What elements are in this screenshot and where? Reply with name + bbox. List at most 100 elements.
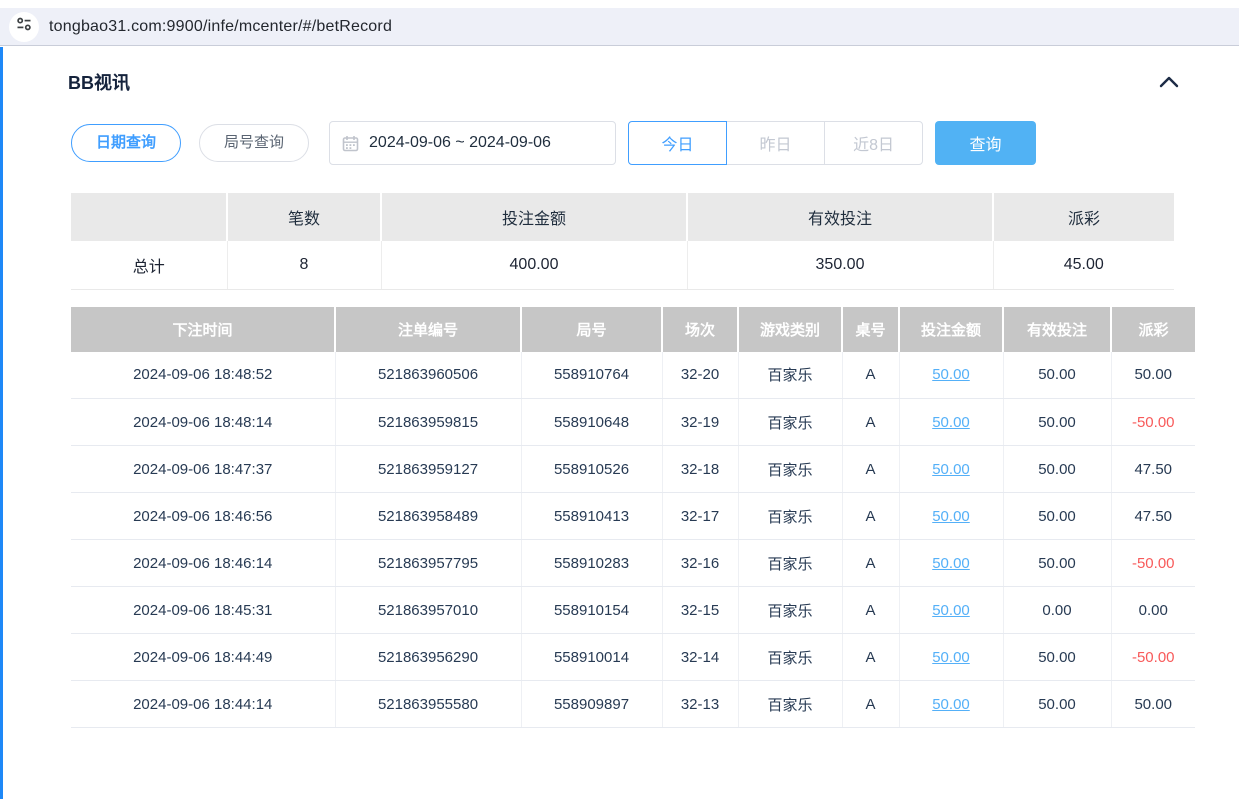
round-id-cell: 558910014 <box>521 634 662 681</box>
summary-header-count: 笔数 <box>227 193 381 241</box>
valid-bet-cell: 50.00 <box>1003 681 1111 728</box>
summary-header-row: 笔数 投注金额 有效投注 派彩 <box>71 193 1174 241</box>
payout-cell: 50.00 <box>1111 352 1195 399</box>
bet-amount-link[interactable]: 50.00 <box>932 555 970 572</box>
bet-amount-cell: 50.00 <box>899 446 1003 493</box>
browser-chrome: tongbao31.com:9900/infe/mcenter/#/betRec… <box>0 0 1239 47</box>
payout-cell: -50.00 <box>1111 399 1195 446</box>
summary-total-row: 总计 8 400.00 350.00 45.00 <box>71 241 1174 289</box>
quick-range-today[interactable]: 今日 <box>628 121 727 165</box>
order-id-cell: 521863956290 <box>335 634 521 681</box>
valid-bet-cell: 50.00 <box>1003 446 1111 493</box>
session-cell: 32-15 <box>662 587 738 634</box>
col-game-type: 游戏类别 <box>738 307 842 352</box>
game-type-cell: 百家乐 <box>738 352 842 399</box>
summary-bet-amount: 400.00 <box>381 241 687 289</box>
order-id-cell: 521863960506 <box>335 352 521 399</box>
table-row: 2024-09-06 18:44:49521863956290558910014… <box>71 634 1195 681</box>
time-cell: 2024-09-06 18:45:31 <box>71 587 335 634</box>
col-table-no: 桌号 <box>842 307 899 352</box>
bet-amount-cell: 50.00 <box>899 493 1003 540</box>
order-id-cell: 521863959815 <box>335 399 521 446</box>
tab-date-query[interactable]: 日期查询 <box>71 124 181 162</box>
time-cell: 2024-09-06 18:44:14 <box>71 681 335 728</box>
col-bet-time: 下注时间 <box>71 307 335 352</box>
col-valid-bet: 有效投注 <box>1003 307 1111 352</box>
table-no-cell: A <box>842 493 899 540</box>
time-cell: 2024-09-06 18:48:14 <box>71 399 335 446</box>
date-range-value: 2024-09-06 ~ 2024-09-06 <box>369 134 551 152</box>
table-row: 2024-09-06 18:47:37521863959127558910526… <box>71 446 1195 493</box>
tune-icon <box>15 15 33 38</box>
bet-amount-link[interactable]: 50.00 <box>932 649 970 666</box>
table-row: 2024-09-06 18:46:14521863957795558910283… <box>71 540 1195 587</box>
bet-amount-link[interactable]: 50.00 <box>932 696 970 713</box>
tab-round-query[interactable]: 局号查询 <box>199 124 309 162</box>
bet-record-page: BB视讯 日期查询 局号查询 <box>0 47 1239 799</box>
game-type-cell: 百家乐 <box>738 399 842 446</box>
url-text[interactable]: tongbao31.com:9900/infe/mcenter/#/betRec… <box>49 18 392 36</box>
search-button[interactable]: 查询 <box>935 121 1036 165</box>
order-id-cell: 521863958489 <box>335 493 521 540</box>
chevron-up-icon <box>1156 79 1182 96</box>
game-type-cell: 百家乐 <box>738 681 842 728</box>
session-cell: 32-18 <box>662 446 738 493</box>
table-no-cell: A <box>842 446 899 493</box>
session-cell: 32-14 <box>662 634 738 681</box>
bet-amount-link[interactable]: 50.00 <box>932 602 970 619</box>
round-id-cell: 558909897 <box>521 681 662 728</box>
address-bar[interactable]: tongbao31.com:9900/infe/mcenter/#/betRec… <box>0 8 1239 46</box>
collapse-panel-button[interactable] <box>1156 72 1182 92</box>
session-cell: 32-17 <box>662 493 738 540</box>
site-settings-button[interactable] <box>9 12 39 42</box>
table-no-cell: A <box>842 399 899 446</box>
valid-bet-cell: 50.00 <box>1003 540 1111 587</box>
order-id-cell: 521863957010 <box>335 587 521 634</box>
payout-cell: -50.00 <box>1111 634 1195 681</box>
table-row: 2024-09-06 18:48:14521863959815558910648… <box>71 399 1195 446</box>
summary-header-bet-amount: 投注金额 <box>381 193 687 241</box>
table-row: 2024-09-06 18:46:56521863958489558910413… <box>71 493 1195 540</box>
valid-bet-cell: 50.00 <box>1003 352 1111 399</box>
bet-amount-link[interactable]: 50.00 <box>932 461 970 478</box>
round-id-cell: 558910154 <box>521 587 662 634</box>
valid-bet-cell: 50.00 <box>1003 399 1111 446</box>
table-row: 2024-09-06 18:45:31521863957010558910154… <box>71 587 1195 634</box>
table-no-cell: A <box>842 634 899 681</box>
payout-cell: 47.50 <box>1111 446 1195 493</box>
col-payout: 派彩 <box>1111 307 1195 352</box>
summary-payout: 45.00 <box>993 241 1174 289</box>
bet-amount-link[interactable]: 50.00 <box>932 508 970 525</box>
session-cell: 32-13 <box>662 681 738 728</box>
game-type-cell: 百家乐 <box>738 634 842 681</box>
session-cell: 32-19 <box>662 399 738 446</box>
valid-bet-cell: 50.00 <box>1003 493 1111 540</box>
round-id-cell: 558910648 <box>521 399 662 446</box>
time-cell: 2024-09-06 18:46:56 <box>71 493 335 540</box>
game-type-cell: 百家乐 <box>738 446 842 493</box>
table-no-cell: A <box>842 352 899 399</box>
quick-range-last8days[interactable]: 近8日 <box>824 121 923 165</box>
summary-total-label: 总计 <box>71 241 227 289</box>
payout-cell: 0.00 <box>1111 587 1195 634</box>
bet-amount-link[interactable]: 50.00 <box>932 414 970 431</box>
quick-range-group: 今日 昨日 近8日 <box>628 121 923 165</box>
order-id-cell: 521863957795 <box>335 540 521 587</box>
bet-records-table: 下注时间 注单编号 局号 场次 游戏类别 桌号 投注金额 有效投注 派彩 202… <box>71 307 1195 729</box>
session-cell: 32-20 <box>662 352 738 399</box>
table-no-cell: A <box>842 681 899 728</box>
bet-amount-link[interactable]: 50.00 <box>932 366 970 383</box>
date-range-input[interactable]: 2024-09-06 ~ 2024-09-06 <box>329 121 616 165</box>
summary-table: 笔数 投注金额 有效投注 派彩 总计 8 400.00 350.00 45.00 <box>71 193 1174 290</box>
time-cell: 2024-09-06 18:44:49 <box>71 634 335 681</box>
table-no-cell: A <box>842 540 899 587</box>
valid-bet-cell: 50.00 <box>1003 634 1111 681</box>
bet-amount-cell: 50.00 <box>899 681 1003 728</box>
summary-valid-bet: 350.00 <box>687 241 993 289</box>
bet-amount-cell: 50.00 <box>899 352 1003 399</box>
bet-amount-cell: 50.00 <box>899 587 1003 634</box>
table-no-cell: A <box>842 587 899 634</box>
quick-range-yesterday[interactable]: 昨日 <box>726 121 825 165</box>
session-cell: 32-16 <box>662 540 738 587</box>
page-title: BB视讯 <box>68 69 130 95</box>
